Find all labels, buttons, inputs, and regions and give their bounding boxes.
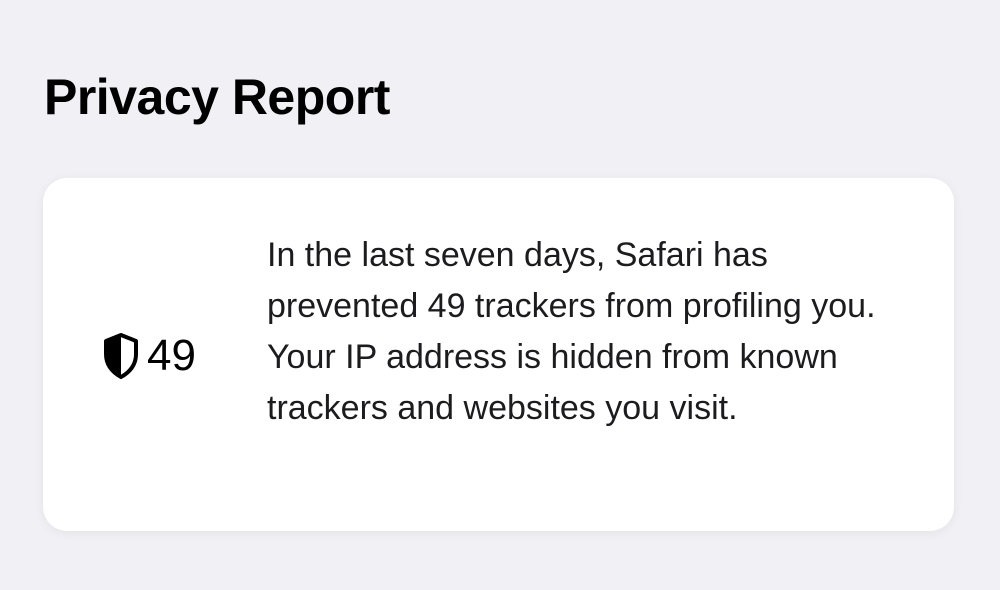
- tracker-count-group: 49: [101, 330, 196, 382]
- privacy-report-card[interactable]: 49 In the last seven days, Safari has pr…: [43, 178, 954, 531]
- page-title: Privacy Report: [44, 69, 390, 125]
- privacy-description: In the last seven days, Safari has preve…: [267, 236, 876, 427]
- tracker-count: 49: [147, 331, 196, 380]
- shield-icon: [104, 333, 138, 379]
